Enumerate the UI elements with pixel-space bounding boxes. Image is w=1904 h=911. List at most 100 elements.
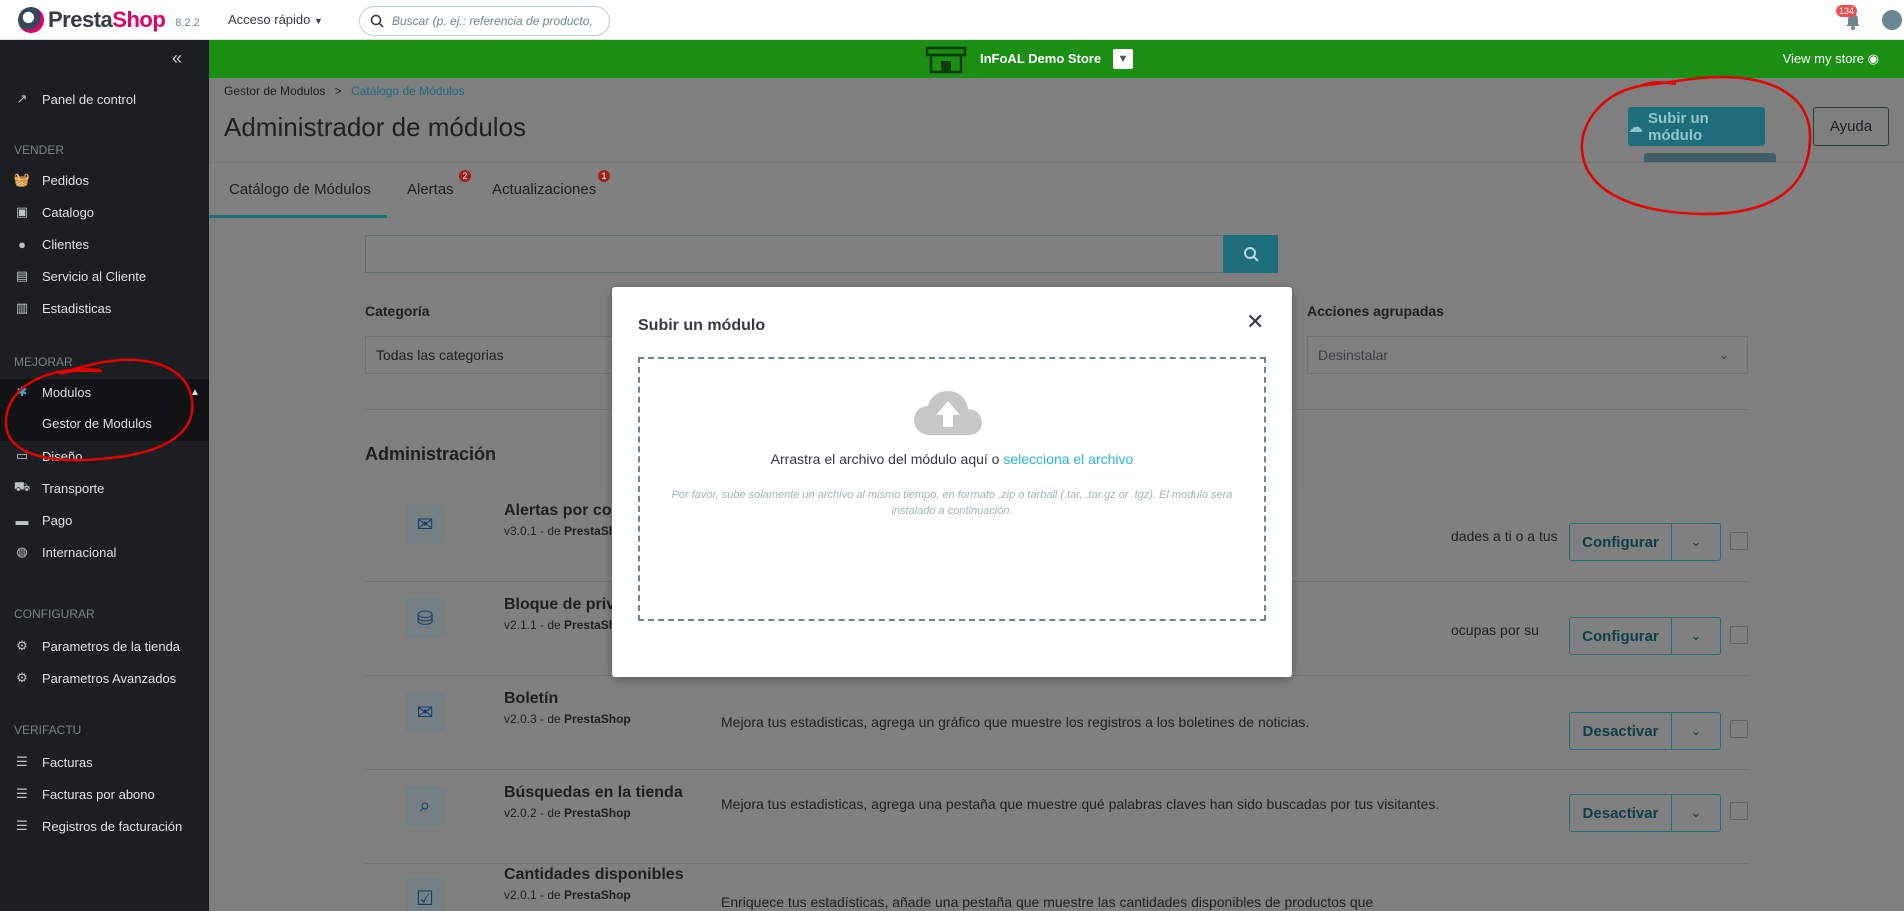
- sidebar-item-catalog[interactable]: ▣ Catalogo: [0, 199, 209, 225]
- module-name: Cantidades disponibles: [504, 866, 684, 883]
- sidebar-item-customer-service[interactable]: ▤ Servicio al Cliente: [0, 263, 209, 289]
- drop-instructions: Arrastra el archivo del módulo aquí o se…: [640, 451, 1264, 467]
- sidebar-item-label: Catalogo: [42, 204, 95, 220]
- disable-button[interactable]: Desactivar: [1569, 712, 1672, 750]
- alerts-badge: 2: [459, 170, 471, 182]
- bulk-actions-label: Acciones agrupadas: [1307, 303, 1444, 319]
- module-actions-dropdown[interactable]: ⌄: [1671, 712, 1721, 750]
- breadcrumb-item-catalog[interactable]: Catálogo de Módulos: [351, 84, 464, 98]
- stock-box-icon: ☑: [405, 878, 445, 911]
- sidebar-item-label: Parametros de la tienda: [42, 638, 181, 654]
- module-version-text: v3.0.1 - de: [504, 524, 561, 538]
- sidebar-item-stats[interactable]: ▥ Estadisticas: [0, 295, 209, 321]
- notification-badge: 134: [1836, 5, 1858, 17]
- page-title: Administrador de módulos: [224, 112, 527, 142]
- module-checkbox[interactable]: [1730, 802, 1748, 820]
- drop-text: Arrastra el archivo del módulo aquí o: [770, 451, 1000, 467]
- module-actions-dropdown[interactable]: ⌄: [1671, 523, 1721, 561]
- sidebar-item-international[interactable]: ◍ Internacional: [0, 539, 209, 565]
- view-store-link[interactable]: View my store ◉: [1783, 51, 1879, 67]
- module-name: Bloque de priv: [504, 596, 616, 613]
- module-checkbox[interactable]: [1730, 532, 1748, 550]
- tab-catalog[interactable]: Catálogo de Módulos: [229, 181, 371, 198]
- search-placeholder: Buscar (p. ej.: referencia de producto,: [392, 14, 593, 28]
- module-search-input[interactable]: [365, 235, 1224, 273]
- module-search-button[interactable]: [1223, 235, 1278, 273]
- sidebar-item-label: Pago: [42, 512, 73, 528]
- module-checkbox[interactable]: [1730, 720, 1748, 738]
- collapse-sidebar-icon[interactable]: «: [172, 48, 182, 69]
- caret-down-icon: ▼: [314, 16, 323, 26]
- module-name: Alertas por cor: [504, 502, 618, 519]
- cloud-upload-icon: ☁: [1628, 118, 1643, 136]
- bulk-actions-value: Desinstalar: [1318, 347, 1389, 363]
- sidebar-subitem-label: Gestor de Modulos: [42, 415, 152, 431]
- storefront-icon: [925, 46, 967, 74]
- sidebar-item-customers[interactable]: ● Clientes: [0, 231, 209, 257]
- tab-alerts[interactable]: Alertas: [407, 181, 454, 198]
- sidebar-item-label: Diseño: [42, 448, 83, 464]
- category-label: Categoría: [365, 303, 430, 319]
- configure-button[interactable]: Configurar: [1569, 617, 1672, 655]
- upload-module-button[interactable]: ☁ Subir un módulo: [1628, 107, 1765, 146]
- sidebar-item-label: Transporte: [42, 480, 105, 496]
- disable-button[interactable]: Desactivar: [1569, 794, 1672, 832]
- module-description: Enriquece tus estadísticas, añade una pe…: [721, 894, 1374, 910]
- sidebar-item-payment[interactable]: ▬ Pago: [0, 507, 209, 533]
- tab-updates[interactable]: Actualizaciones: [492, 181, 596, 198]
- sidebar-item-shipping[interactable]: ⛟ Transporte: [0, 475, 209, 501]
- chevron-down-icon: ⌄: [1718, 348, 1729, 362]
- sidebar-item-advanced-parameters[interactable]: ⚙ Parametros Avanzados: [0, 665, 209, 691]
- module-checkbox[interactable]: [1730, 626, 1748, 644]
- credit-card-icon: ▬: [15, 512, 29, 528]
- sidebar-item-label: Modulos: [42, 384, 92, 400]
- sidebar-subitem-module-manager[interactable]: Gestor de Modulos: [0, 405, 209, 441]
- sidebar-item-modules[interactable]: ✱ Modulos ▲: [0, 379, 209, 405]
- category-select[interactable]: Todas las categorias: [365, 336, 615, 374]
- sidebar-item-label: Panel de control: [42, 91, 136, 107]
- settings-box-icon: ⚙: [16, 670, 28, 685]
- upload-module-modal: Subir un módulo ✕ Arrastra el archivo de…: [612, 287, 1292, 677]
- quick-access-label: Acceso rápido: [228, 12, 311, 27]
- modal-title: Subir un módulo: [638, 317, 766, 334]
- search-input[interactable]: Buscar (p. ej.: referencia de producto,: [359, 6, 610, 36]
- sidebar-item-credit-invoices[interactable]: ☰ Facturas por abono: [0, 781, 209, 807]
- select-file-link[interactable]: selecciona el archivo: [1003, 451, 1133, 467]
- module-actions-dropdown[interactable]: ⌄: [1671, 794, 1721, 832]
- help-button[interactable]: Ayuda: [1813, 107, 1889, 146]
- module-version-text: v2.0.3 - de: [504, 712, 561, 726]
- prestashop-logo[interactable]: PrestaShop 8.2.2: [18, 7, 200, 33]
- sidebar-item-dashboard[interactable]: ↗ Panel de control: [0, 86, 209, 112]
- desktop-icon: ▭: [15, 448, 29, 463]
- sidebar-item-label: Clientes: [42, 236, 89, 252]
- breadcrumb-item-module-manager[interactable]: Gestor de Modulos: [224, 84, 325, 98]
- sidebar-section-improve: MEJORAR: [14, 355, 73, 369]
- sidebar-item-label: Estadisticas: [42, 300, 112, 316]
- module-actions-dropdown[interactable]: ⌄: [1671, 617, 1721, 655]
- user-avatar-icon[interactable]: [1882, 10, 1902, 30]
- top-header: PrestaShop 8.2.2 Acceso rápido ▼ Buscar …: [0, 0, 1904, 40]
- sidebar-item-label: Parametros Avanzados: [42, 670, 177, 686]
- bulk-actions-select[interactable]: Desinstalar ⌄: [1307, 336, 1748, 374]
- sidebar-item-orders[interactable]: 🧺 Pedidos: [0, 167, 209, 193]
- store-dropdown-chevron-icon[interactable]: ▼: [1113, 49, 1133, 69]
- store-name: InFoAL Demo Store: [980, 51, 1102, 66]
- module-version-text: v2.0.2 - de: [504, 806, 561, 820]
- quick-access-dropdown[interactable]: Acceso rápido ▼: [228, 12, 323, 27]
- sidebar-item-label: Servicio al Cliente: [42, 268, 147, 284]
- module-version: v2.0.2 - de PrestaShop: [504, 806, 631, 820]
- configure-button[interactable]: Configurar: [1569, 523, 1672, 561]
- chevron-down-icon: ⌄: [1690, 534, 1702, 549]
- module-row: ☑ Cantidades disponibles v2.0.1 - de Pre…: [365, 864, 1748, 911]
- sidebar-section-configure: CONFIGURAR: [14, 607, 95, 621]
- file-dropzone[interactable]: Arrastra el archivo del módulo aquí o se…: [638, 357, 1266, 621]
- sidebar-item-shop-parameters[interactable]: ⚙ Parametros de la tienda: [0, 633, 209, 659]
- sidebar-item-invoices[interactable]: ☰ Facturas: [0, 749, 209, 775]
- sidebar-item-billing-logs[interactable]: ☰ Registros de facturación: [0, 813, 209, 839]
- sidebar-section-verifactu: VERIFACTU: [14, 723, 82, 737]
- chevron-down-icon: ⌄: [1690, 805, 1702, 820]
- database-lock-icon: ⛁: [405, 598, 445, 638]
- search-icon: [370, 14, 384, 28]
- close-icon[interactable]: ✕: [1246, 309, 1264, 335]
- sidebar-item-design[interactable]: ▭ Diseño: [0, 443, 209, 469]
